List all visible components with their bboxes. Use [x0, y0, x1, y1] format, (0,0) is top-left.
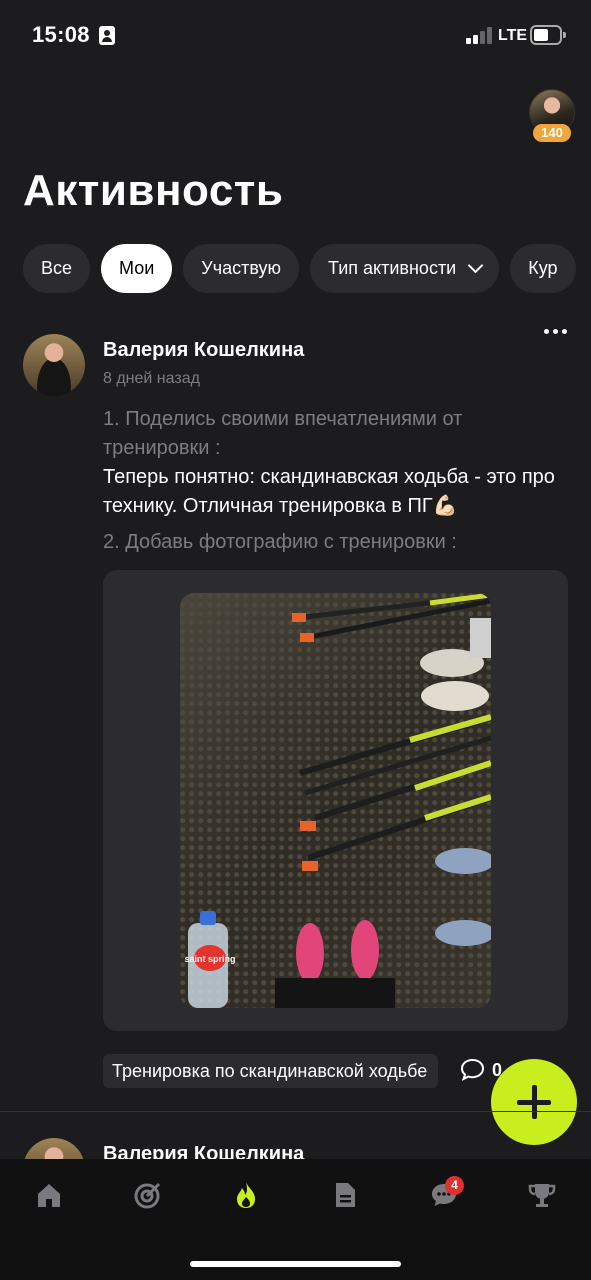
post-author[interactable]: Валерия Кошелкина: [103, 339, 304, 362]
more-options-icon[interactable]: [544, 329, 568, 335]
filter-activity-type-label: Тип активности: [328, 258, 457, 278]
battery-icon: [530, 25, 566, 45]
target-icon[interactable]: [133, 1180, 163, 1210]
author-avatar[interactable]: [23, 334, 85, 396]
question-1: 1. Поделись своими впечатлениями от трен…: [103, 408, 463, 459]
status-bar: 15:08 LTE: [0, 0, 591, 70]
signal-icon: [466, 27, 494, 44]
filter-course[interactable]: Кур: [510, 244, 576, 293]
status-time: 15:08: [32, 22, 90, 47]
question-2: 2. Добавь фотографию с тренировки :: [103, 531, 457, 553]
filter-chips: Все Мои Участвую Тип активности Кур: [23, 244, 576, 293]
trophy-icon[interactable]: [527, 1180, 557, 1210]
bottle-label: saint spring: [184, 954, 235, 964]
network-label: LTE: [498, 27, 528, 44]
points-badge: 140: [533, 124, 571, 142]
filter-mine[interactable]: Мои: [101, 244, 173, 293]
home-icon[interactable]: [34, 1180, 64, 1210]
comment-icon[interactable]: [460, 1058, 485, 1081]
home-indicator: [190, 1261, 401, 1267]
add-activity-button[interactable]: [491, 1059, 577, 1145]
flame-icon[interactable]: [231, 1180, 261, 1210]
filter-all[interactable]: Все: [23, 244, 91, 293]
document-icon[interactable]: [330, 1180, 360, 1210]
workout-photo[interactable]: saint spring: [180, 593, 491, 1008]
filter-participating[interactable]: Участвую: [183, 244, 300, 293]
post-time: 8 дней назад: [103, 370, 200, 387]
activity-tag[interactable]: Тренировка по скандинавской ходьбе: [103, 1054, 438, 1088]
filter-activity-type[interactable]: Тип активности: [310, 244, 500, 293]
contact-card-icon: [99, 26, 115, 45]
post-divider: [0, 1111, 591, 1112]
chevron-down-icon: [467, 257, 484, 274]
page-title: Активность: [23, 166, 284, 215]
chat-badge: 4: [445, 1176, 464, 1195]
answer-1: Теперь понятно: скандинавская ходьба - э…: [103, 466, 555, 517]
